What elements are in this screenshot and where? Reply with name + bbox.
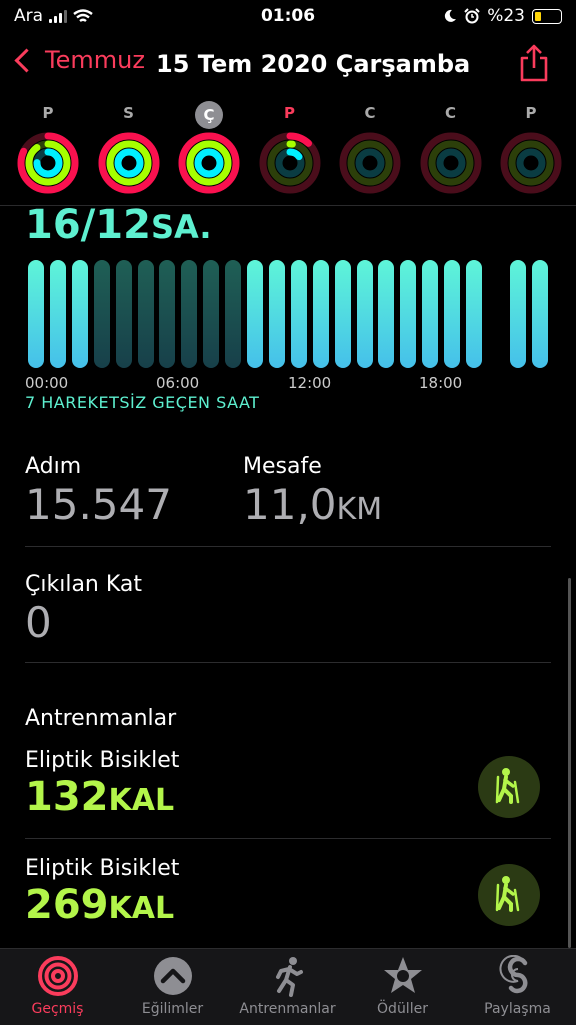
page-title: 15 Tem 2020 Çarşamba (156, 50, 471, 78)
sharing-icon (499, 955, 527, 994)
hour-bar (422, 260, 439, 368)
day-letter: C (444, 104, 456, 122)
nav-bar: Temmuz 15 Tem 2020 Çarşamba (0, 42, 576, 90)
trends-icon (153, 957, 192, 995)
hour-bar (509, 260, 526, 368)
hour-bar (268, 260, 285, 368)
hour-bar (115, 260, 132, 368)
activity-rings-icon (259, 132, 320, 194)
hour-bar (71, 260, 88, 368)
hour-bar (137, 260, 154, 368)
tick-label: 00:00 (25, 374, 69, 392)
activity-rings-icon (420, 132, 481, 194)
tick-label: 18:00 (419, 374, 463, 392)
alarm-icon (464, 8, 480, 24)
day-letter: P (42, 104, 54, 122)
calories-unit: KAL (108, 783, 175, 818)
hour-bar (203, 260, 220, 368)
day-letter: C (364, 104, 376, 122)
hour-bar (247, 260, 263, 368)
calories-value: 132 (25, 774, 109, 820)
hour-bar (444, 260, 461, 368)
battery-percent: %23 (487, 6, 525, 26)
share-icon[interactable] (518, 44, 550, 82)
calories-unit: KAL (108, 891, 175, 926)
activity-rings-icon (178, 132, 240, 194)
tab-workouts[interactable]: Antrenmanlar (230, 955, 345, 1017)
activity-rings-icon (37, 956, 78, 996)
hour-bar (225, 260, 242, 368)
divider (25, 546, 551, 547)
tab-label: Paylaşma (484, 1001, 551, 1017)
elliptical-icon[interactable] (478, 864, 540, 926)
stand-hours-chart (25, 260, 551, 368)
tab-history[interactable]: Geçmiş (0, 955, 115, 1017)
tab-awards[interactable]: Ödüller (345, 955, 460, 1017)
distance-unit: KM (336, 492, 383, 527)
workout-calories: 269KAL (25, 882, 174, 928)
hour-bar (290, 260, 307, 368)
workout-name[interactable]: Eliptik Bisiklet (25, 748, 179, 773)
tab-trends[interactable]: Eğilimler (115, 955, 230, 1017)
steps-label: Adım (25, 454, 82, 479)
stand-hours-value: 16/12SA. (25, 202, 212, 248)
activity-rings-icon (98, 132, 159, 194)
day-letter: Ç (195, 101, 223, 129)
activity-rings-icon (500, 132, 562, 194)
distance-value: 11,0KM (243, 480, 382, 529)
distance-label: Mesafe (243, 454, 322, 479)
hour-bar (93, 260, 110, 368)
moon-icon (445, 9, 457, 22)
tab-label: Geçmiş (31, 1001, 84, 1017)
floors-label: Çıkılan Kat (25, 572, 143, 597)
hour-bar (531, 260, 548, 368)
divider (25, 662, 551, 663)
hour-bar (378, 260, 395, 368)
hour-bar (49, 260, 66, 368)
hour-bar (356, 260, 373, 368)
hour-bar (488, 260, 504, 368)
steps-value: 15.547 (25, 480, 172, 529)
elliptical-icon[interactable] (478, 756, 540, 818)
activity-rings-icon (339, 132, 401, 194)
hour-bar (159, 260, 176, 368)
stand-unit: SA. (150, 208, 212, 246)
hour-bar (400, 260, 417, 368)
hour-bar (334, 260, 351, 368)
workout-calories: 132KAL (25, 774, 174, 820)
tick-label: 12:00 (288, 374, 332, 392)
scrollbar[interactable] (568, 578, 571, 948)
tick-label: 06:00 (156, 374, 200, 392)
tab-label: Antrenmanlar (239, 1001, 336, 1017)
workout-name[interactable]: Eliptik Bisiklet (25, 856, 179, 881)
status-bar: Ara 01:06 %23 (0, 0, 576, 34)
stand-value: 16/12 (25, 202, 151, 248)
activity-rings-icon (17, 132, 79, 194)
hour-bar (312, 260, 329, 368)
chevron-left-icon (14, 47, 39, 73)
tab-label: Ödüller (377, 1001, 428, 1017)
floors-value: 0 (25, 598, 52, 647)
tab-bar: Geçmiş Eğilimler Antrenmanlar Ödüller Pa… (0, 948, 576, 1025)
divider (25, 838, 551, 839)
hour-bar (181, 260, 198, 368)
inactive-hours-label: 7 HAREKETSİZ GEÇEN SAAT (25, 393, 260, 412)
battery-icon (532, 8, 562, 24)
calories-value: 269 (25, 882, 109, 928)
tab-sharing[interactable]: Paylaşma (460, 955, 575, 1017)
hour-bar (466, 260, 482, 368)
week-selector: PSÇPCCP (0, 101, 576, 204)
workouts-title: Antrenmanlar (25, 706, 177, 731)
running-icon (275, 957, 303, 997)
day-letter: P (525, 104, 537, 122)
day-letter: P (284, 104, 295, 122)
distance-number: 11,0 (243, 480, 337, 529)
hour-bar (28, 260, 44, 368)
day-letter: S (123, 104, 134, 122)
back-label: Temmuz (45, 46, 145, 74)
tab-label: Eğilimler (141, 1001, 204, 1017)
star-award-icon (383, 957, 422, 993)
back-button[interactable]: Temmuz (12, 46, 145, 74)
